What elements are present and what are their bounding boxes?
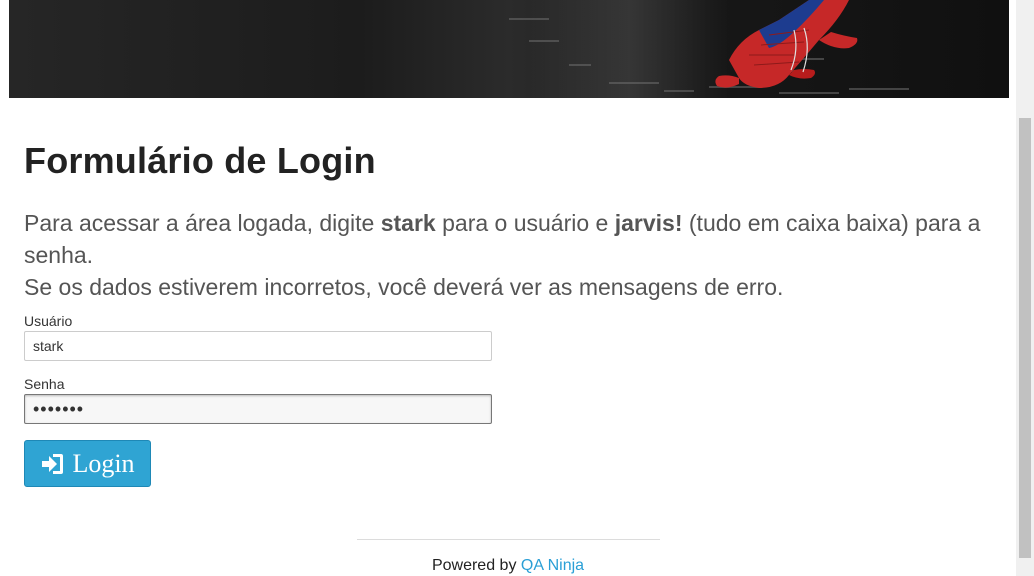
page-title: Formulário de Login xyxy=(24,140,376,181)
username-label: Usuário xyxy=(24,313,73,329)
sign-in-icon xyxy=(42,453,64,474)
code-line xyxy=(509,18,549,20)
qa-ninja-link[interactable]: QA Ninja xyxy=(521,557,584,574)
login-button[interactable]: Login xyxy=(24,440,151,487)
password-input[interactable] xyxy=(24,394,492,424)
intro-part1: Para acessar a área logada, digite xyxy=(24,210,381,236)
vertical-scrollbar[interactable] xyxy=(1016,0,1034,576)
footer-divider xyxy=(357,539,660,540)
powered-by-text: Powered by xyxy=(431,557,517,574)
code-line xyxy=(664,90,694,92)
scrollbar-thumb[interactable] xyxy=(1019,118,1031,558)
password-label: Senha xyxy=(24,376,65,392)
code-line xyxy=(609,82,659,84)
password-hint: jarvis! xyxy=(614,210,683,236)
header-banner xyxy=(9,0,1009,98)
code-line xyxy=(529,40,559,42)
intro-text: Para acessar a área logada, digite stark… xyxy=(24,207,994,303)
footer: Powered by QA Ninja xyxy=(0,557,1016,575)
username-input[interactable] xyxy=(24,331,492,361)
intro-part2: para o usuário e xyxy=(435,210,615,236)
intro-line2: Se os dados estiverem incorretos, você d… xyxy=(24,274,784,300)
spider-man-illustration xyxy=(715,0,858,88)
username-hint: stark xyxy=(380,210,436,236)
login-button-label: Login xyxy=(72,448,135,478)
code-line xyxy=(569,64,591,66)
